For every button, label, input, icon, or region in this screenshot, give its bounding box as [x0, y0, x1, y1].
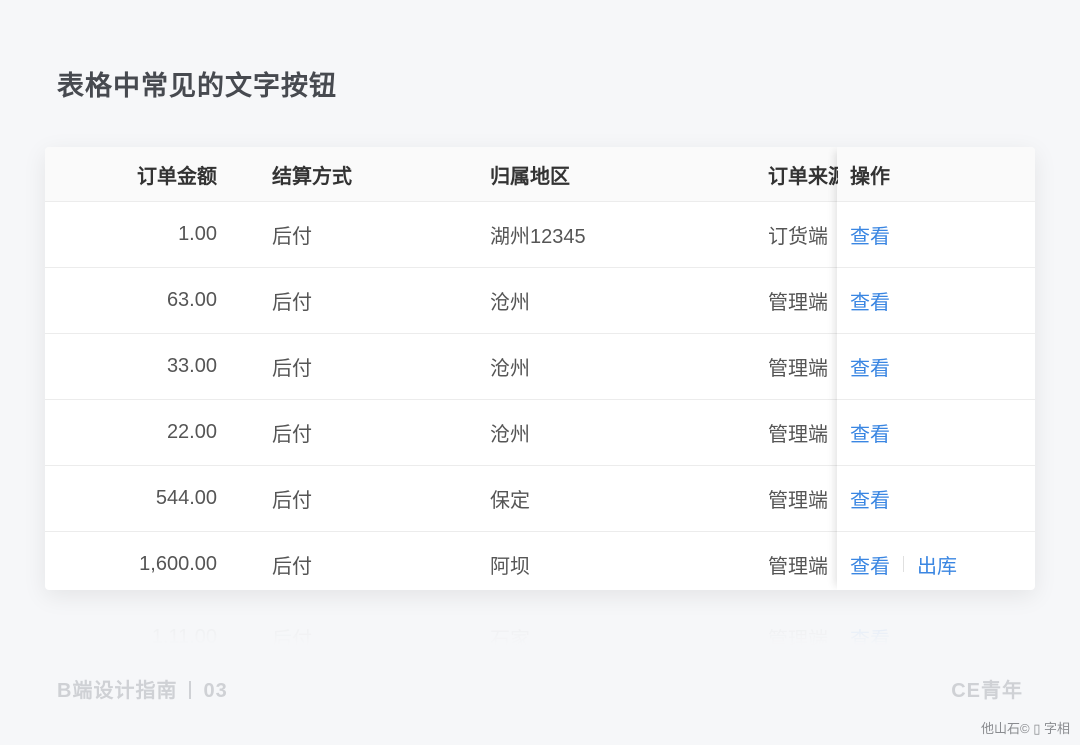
view-link: 查看 — [850, 628, 890, 646]
cell-payment: 后付 — [272, 489, 312, 512]
cell-payment: 后付 — [272, 291, 312, 314]
column-header-amount[interactable]: 订单金额 — [45, 147, 217, 201]
stock-out-link[interactable]: 出库 — [917, 550, 957, 579]
cell-amount: 1.00 — [178, 222, 217, 245]
cell-source: 管理端 — [768, 555, 828, 578]
cell-amount: 33.00 — [166, 354, 217, 377]
table-row: 22.00 后付 沧州 管理端 查看 — [45, 399, 1035, 466]
cell-region: 沧州 — [490, 291, 530, 314]
table-row: 63.00 后付 沧州 管理端 查看 — [45, 267, 1035, 334]
footer-divider — [189, 681, 192, 699]
cell-region: 沧州 — [490, 423, 530, 446]
action-divider — [903, 556, 904, 572]
column-header-actions: 操作 — [850, 165, 890, 188]
cell-payment: 后付 — [272, 555, 312, 578]
cell-payment: 后付 — [272, 423, 312, 446]
footer-brand: CE青年 — [951, 680, 1023, 702]
cell-payment: 后付 — [272, 628, 312, 646]
cell-payment: 后付 — [272, 225, 312, 248]
orders-table: 订单金额 结算方式 归属地区 订单来源 操作 1.00 后付 湖州12345 订… — [45, 147, 1035, 590]
view-link[interactable]: 查看 — [850, 484, 890, 513]
table-header-row: 订单金额 结算方式 归属地区 订单来源 操作 — [45, 147, 1035, 202]
cell-source: 订货端 — [768, 225, 828, 248]
column-header-region[interactable]: 归属地区 — [490, 147, 710, 201]
cell-amount: 544.00 — [155, 486, 217, 509]
cell-source: 管理端 — [768, 357, 828, 380]
view-link[interactable]: 查看 — [850, 286, 890, 315]
cell-region: 石家 — [490, 628, 530, 646]
cell-amount: 1.11.00 — [151, 625, 217, 646]
footer-guide-title: B端设计指南 03 — [57, 674, 228, 703]
view-link[interactable]: 查看 — [850, 352, 890, 381]
cell-actions: 查看 — [850, 201, 1035, 267]
column-header-source[interactable]: 订单来源 — [768, 147, 838, 201]
watermark: 他山石© ▯ 字相 — [981, 721, 1070, 736]
cell-source: 管理端 — [768, 423, 828, 446]
cell-actions: 查看 — [850, 267, 1035, 333]
cell-source: 管理端 — [768, 489, 828, 512]
cell-actions: 查看 — [850, 465, 1035, 531]
table-row: 1,600.00 后付 阿坝 管理端 查看 出库 — [45, 531, 1035, 590]
table-row: 33.00 后付 沧州 管理端 查看 — [45, 333, 1035, 400]
cell-region: 湖州12345 — [490, 225, 586, 248]
cell-source: 管理端 — [768, 628, 828, 646]
view-link[interactable]: 查看 — [850, 220, 890, 249]
cell-payment: 后付 — [272, 357, 312, 380]
footer-guide-number: 03 — [203, 680, 228, 702]
cell-amount: 63.00 — [166, 288, 217, 311]
cell-actions: 查看 — [850, 333, 1035, 399]
cell-region: 沧州 — [490, 357, 530, 380]
table-row: 544.00 后付 保定 管理端 查看 — [45, 465, 1035, 532]
cell-amount: 1,600.00 — [139, 552, 217, 575]
view-link[interactable]: 查看 — [850, 418, 890, 447]
footer-guide-name: B端设计指南 — [57, 680, 178, 702]
page-title: 表格中常见的文字按钮 — [57, 71, 337, 101]
faded-table-row: 1.11.00 后付 石家 管理端 查看 — [45, 605, 1035, 646]
cell-amount: 22.00 — [166, 420, 217, 443]
cell-region: 阿坝 — [490, 555, 530, 578]
cell-region: 保定 — [490, 489, 530, 512]
cell-actions: 查看 — [850, 617, 1035, 646]
view-link[interactable]: 查看 — [850, 550, 890, 579]
column-header-payment[interactable]: 结算方式 — [272, 147, 452, 201]
cell-actions: 查看 — [850, 399, 1035, 465]
cell-source: 管理端 — [768, 291, 828, 314]
table-row: 1.00 后付 湖州12345 订货端 查看 — [45, 201, 1035, 268]
cell-actions: 查看 出库 — [850, 531, 1035, 590]
